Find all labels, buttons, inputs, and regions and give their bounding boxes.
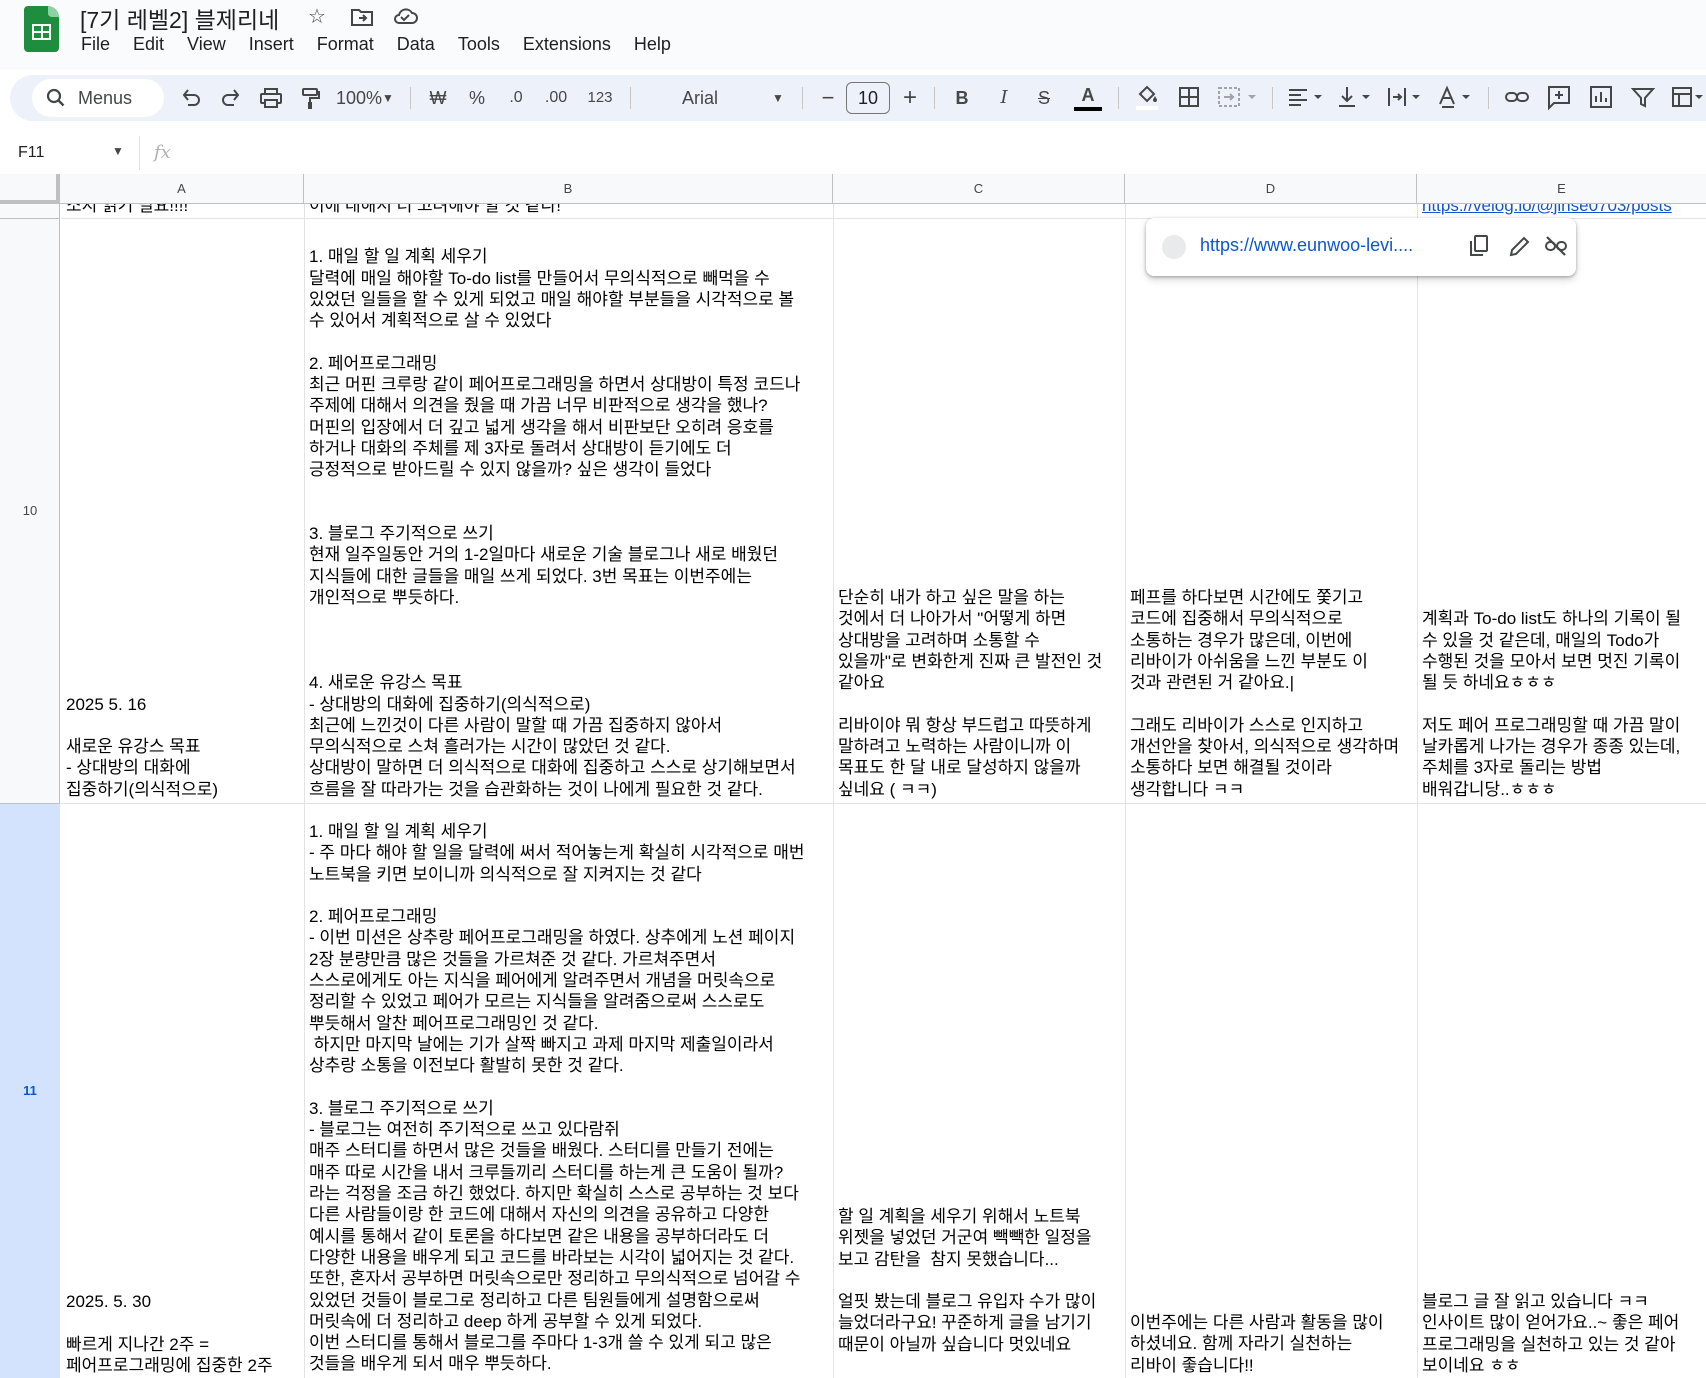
column-header-c[interactable]: C xyxy=(833,174,1125,204)
filter-views-icon[interactable] xyxy=(1670,75,1706,121)
font-select[interactable]: Arial xyxy=(682,75,762,121)
menu-format[interactable]: Format xyxy=(306,34,386,58)
menu-insert[interactable]: Insert xyxy=(238,34,306,58)
text-color-letter: A xyxy=(1081,85,1095,105)
row-header-11[interactable]: 11 xyxy=(0,804,60,1378)
number-format-button[interactable]: 123 xyxy=(582,75,618,121)
decrease-font-size-icon[interactable]: − xyxy=(818,75,838,121)
text-color-swatch xyxy=(1074,107,1102,111)
menu-help[interactable]: Help xyxy=(623,34,683,58)
paint-format-icon[interactable] xyxy=(298,75,322,121)
cell-e9-link[interactable]: https://velog.io/@jinse0703/posts xyxy=(1417,204,1706,218)
increase-decimal-button[interactable]: .00 xyxy=(540,75,572,121)
vertical-align-icon[interactable] xyxy=(1336,75,1380,121)
menu-data[interactable]: Data xyxy=(386,34,447,58)
remove-link-icon[interactable] xyxy=(1544,234,1568,264)
search-icon xyxy=(46,79,66,130)
formula-bar xyxy=(0,131,1706,175)
cloud-status-icon[interactable] xyxy=(392,6,418,32)
cell-d10[interactable]: 페프를 하다보면 시간에도 쫓기고 코드에 집중해서 무의식적으로 소통하는 경… xyxy=(1125,219,1417,803)
font-chevron-down-icon[interactable]: ▼ xyxy=(770,75,786,121)
redo-icon[interactable] xyxy=(218,75,244,121)
insert-link-icon[interactable] xyxy=(1504,75,1530,121)
column-header-b[interactable]: B xyxy=(304,174,833,204)
cell-b10[interactable]: 1. 매일 할 일 계획 세우기 달력에 매일 해야할 To-do list를 … xyxy=(304,219,833,803)
undo-icon[interactable] xyxy=(178,75,204,121)
cell-c10[interactable]: 단순히 내가 하고 싶은 말을 하는 것에서 더 나아가서 "어떻게 하면 상대… xyxy=(833,219,1125,803)
menu-tools[interactable]: Tools xyxy=(447,34,512,58)
percent-format-button[interactable]: % xyxy=(466,75,488,121)
column-header-e[interactable]: E xyxy=(1417,174,1706,204)
cell-a10[interactable]: 2025 5. 16 새로운 유강스 목표 - 상대방의 대화에 집중하기(의식… xyxy=(61,219,304,803)
cell-c11[interactable]: 할 일 계획을 세우기 위해서 노트북 위젯을 넣었던 거군여 빽빽한 일정을 … xyxy=(833,804,1125,1378)
menu-edit[interactable]: Edit xyxy=(122,34,176,58)
merge-cells-icon[interactable] xyxy=(1216,75,1260,121)
menus-search[interactable]: Menus xyxy=(32,79,164,117)
move-folder-icon[interactable] xyxy=(350,7,374,32)
document-title[interactable]: [7기 레벨2] 블제리네 xyxy=(80,1,279,35)
text-wrapping-icon[interactable] xyxy=(1386,75,1430,121)
cell-e10[interactable]: 계획과 To-do list도 하나의 기록이 될 수 있을 것 같은데, 매일… xyxy=(1417,219,1706,803)
link-preview-url[interactable]: https://www.eunwoo-levi.... xyxy=(1200,235,1413,256)
currency-format-button[interactable]: ₩ xyxy=(426,75,450,121)
cell-a9[interactable]: 소지 읽기 필요!!!! xyxy=(61,204,304,218)
fill-color-icon[interactable] xyxy=(1134,75,1160,121)
toolbar: Menus 100% ▼ ₩ % .0 .00 123 Arial ▼ − 10… xyxy=(10,75,1706,121)
font-size-input[interactable]: 10 xyxy=(846,82,890,114)
cell-b9[interactable]: 이에 대해서 더 고려해야 할 것 같다! xyxy=(304,204,833,218)
bold-button[interactable]: B xyxy=(952,75,972,121)
copy-link-icon[interactable] xyxy=(1468,234,1490,264)
zoom-chevron-down-icon[interactable]: ▼ xyxy=(380,75,396,121)
name-box[interactable]: F11 xyxy=(18,144,44,162)
name-box-chevron-down-icon[interactable]: ▼ xyxy=(112,144,124,158)
borders-icon[interactable] xyxy=(1176,75,1202,121)
text-rotation-icon[interactable] xyxy=(1436,75,1480,121)
link-preview-popup: https://www.eunwoo-levi.... xyxy=(1146,218,1576,276)
spreadsheet-grid[interactable]: 소지 읽기 필요!!!! 이에 대해서 더 고려해야 할 것 같다! https… xyxy=(61,204,1706,1378)
app-header: [7기 레벨2] 블제리네 ☆ File Edit View Insert Fo… xyxy=(0,0,1706,70)
fx-icon: fx xyxy=(154,142,171,163)
italic-button[interactable]: I xyxy=(994,75,1014,121)
insert-chart-icon[interactable] xyxy=(1588,75,1614,121)
filter-icon[interactable] xyxy=(1630,75,1656,121)
menu-file[interactable]: File xyxy=(70,34,122,58)
cell-b11[interactable]: 1. 매일 할 일 계획 세우기 - 주 마다 해야 할 일을 달력에 써서 적… xyxy=(304,804,833,1378)
text-color-button[interactable]: A xyxy=(1074,75,1102,121)
select-all-corner[interactable] xyxy=(0,174,60,204)
star-icon[interactable]: ☆ xyxy=(308,4,326,29)
menus-label: Menus xyxy=(78,88,133,108)
strikethrough-button[interactable]: S xyxy=(1034,75,1054,121)
column-header-a[interactable]: A xyxy=(60,174,304,204)
sheets-logo-icon[interactable] xyxy=(24,6,59,52)
increase-font-size-icon[interactable]: + xyxy=(900,75,920,121)
favicon-placeholder-icon xyxy=(1162,235,1186,259)
decrease-decimal-button[interactable]: .0 xyxy=(500,75,532,121)
cell-d11[interactable]: 이번주에는 다른 사람과 활동을 많이 하셨네요. 함께 자라기 실천하는 리바… xyxy=(1125,804,1417,1378)
print-icon[interactable] xyxy=(258,75,284,121)
horizontal-align-icon[interactable] xyxy=(1286,75,1330,121)
menu-extensions[interactable]: Extensions xyxy=(512,34,623,58)
edit-link-icon[interactable] xyxy=(1508,234,1530,264)
row-header-10[interactable]: 10 xyxy=(0,219,60,803)
menu-bar: File Edit View Insert Format Data Tools … xyxy=(70,34,683,58)
column-header-d[interactable]: D xyxy=(1125,174,1417,204)
menu-view[interactable]: View xyxy=(176,34,238,58)
insert-comment-icon[interactable] xyxy=(1546,75,1572,121)
cell-e11[interactable]: 블로그 글 잘 읽고 있습니다 ㅋㅋ 인사이트 많이 얻어가요..~ 좋은 페어… xyxy=(1417,804,1706,1378)
cell-a11[interactable]: 2025. 5. 30 빠르게 지나간 2주 = 페어프로그래밍에 집중한 2주 xyxy=(61,804,304,1378)
